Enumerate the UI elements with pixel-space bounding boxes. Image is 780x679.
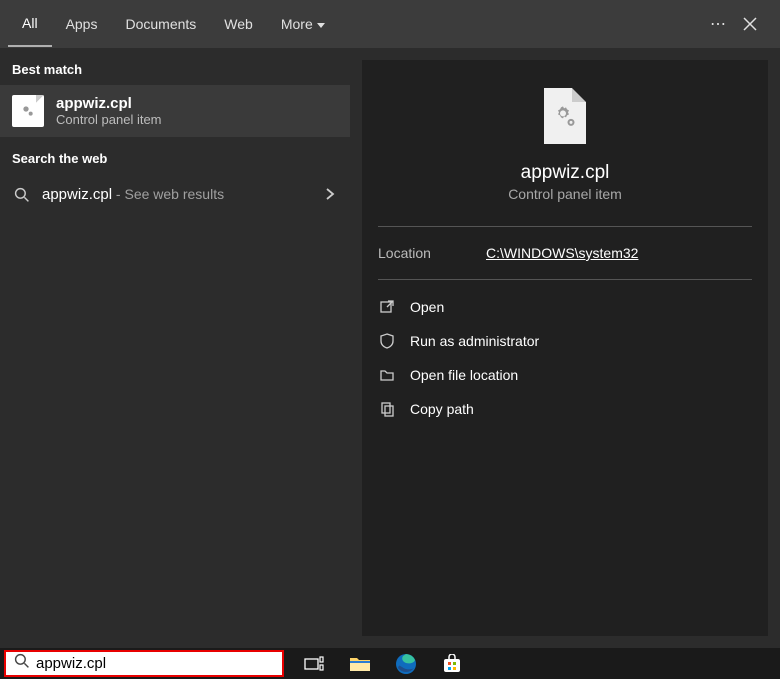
- web-suffix: - See web results: [112, 186, 224, 202]
- microsoft-store-icon[interactable]: [440, 652, 464, 676]
- location-label: Location: [378, 245, 486, 261]
- action-label: Open file location: [410, 367, 518, 383]
- tab-apps[interactable]: Apps: [52, 2, 112, 46]
- results-panel: Best match appwiz.cpl Control panel item…: [0, 48, 350, 648]
- more-options-icon[interactable]: ⋯: [710, 14, 728, 34]
- file-explorer-icon[interactable]: [348, 652, 372, 676]
- copy-icon: [378, 400, 396, 418]
- taskbar-search[interactable]: [4, 650, 284, 677]
- cpl-file-icon: [12, 95, 44, 127]
- cpl-file-icon: [544, 88, 586, 144]
- result-subtitle: Control panel item: [56, 112, 162, 127]
- tab-documents[interactable]: Documents: [111, 2, 210, 46]
- edge-icon[interactable]: [394, 652, 418, 676]
- location-value[interactable]: C:\WINDOWS\system32: [486, 245, 638, 261]
- preview-title: appwiz.cpl: [521, 162, 610, 184]
- task-view-icon[interactable]: [302, 652, 326, 676]
- action-copy-path[interactable]: Copy path: [378, 392, 752, 426]
- search-icon: [14, 187, 30, 203]
- folder-icon: [378, 366, 396, 384]
- taskbar: [0, 648, 780, 679]
- tab-more[interactable]: More: [267, 2, 339, 46]
- search-input[interactable]: [36, 655, 274, 672]
- tab-all[interactable]: All: [8, 1, 52, 47]
- search-icon: [14, 653, 30, 674]
- web-term: appwiz.cpl: [42, 186, 112, 203]
- action-open-location[interactable]: Open file location: [378, 358, 752, 392]
- result-title: appwiz.cpl: [56, 95, 162, 112]
- action-label: Run as administrator: [410, 333, 539, 349]
- action-label: Open: [410, 299, 444, 315]
- preview-subtitle: Control panel item: [508, 186, 622, 202]
- web-search-result[interactable]: appwiz.cpl - See web results: [0, 174, 350, 215]
- chevron-down-icon: [317, 23, 325, 28]
- action-open[interactable]: Open: [378, 290, 752, 324]
- open-icon: [378, 298, 396, 316]
- shield-icon: [378, 332, 396, 350]
- action-label: Copy path: [410, 401, 474, 417]
- tab-web[interactable]: Web: [210, 2, 267, 46]
- best-match-result[interactable]: appwiz.cpl Control panel item: [0, 85, 350, 137]
- action-run-admin[interactable]: Run as administrator: [378, 324, 752, 358]
- preview-panel: appwiz.cpl Control panel item Location C…: [362, 60, 768, 636]
- close-button[interactable]: [740, 14, 760, 34]
- best-match-label: Best match: [0, 48, 350, 85]
- search-web-label: Search the web: [0, 137, 350, 174]
- chevron-right-icon: [324, 184, 336, 205]
